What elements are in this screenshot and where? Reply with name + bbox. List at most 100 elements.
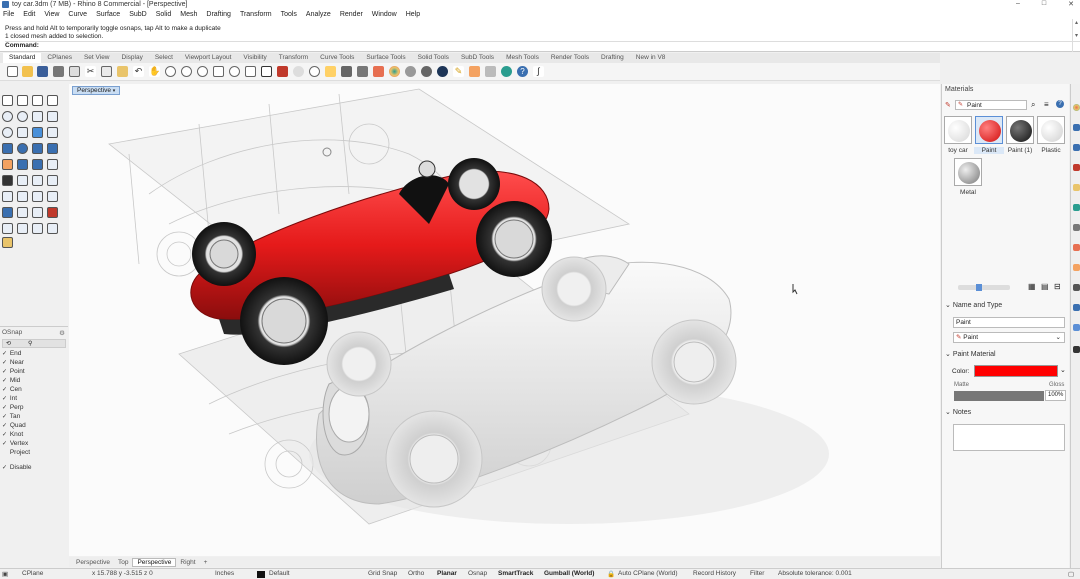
open-file-icon[interactable] [22,66,33,77]
tab-surface-tools[interactable]: Surface Tools [360,53,411,63]
maximize-icon[interactable]: □ [1042,0,1046,8]
grid-array-icon[interactable] [32,207,43,218]
menu-file[interactable]: File [3,11,14,18]
materials-tab-icon[interactable] [1073,104,1080,111]
analyze-icon[interactable] [2,207,13,218]
slider-thumb[interactable] [976,284,982,291]
material-swatch[interactable] [954,158,982,186]
tab-display[interactable]: Display [116,53,149,63]
tab-curve-tools[interactable]: Curve Tools [314,53,360,63]
tab-drafting[interactable]: Drafting [595,53,630,63]
blocks-tab-icon[interactable] [1073,304,1080,311]
menu-view[interactable]: View [44,11,59,18]
tab-viewport-layout[interactable]: Viewport Layout [179,53,238,63]
four-viewports-icon[interactable] [261,66,272,77]
properties-tab-icon[interactable] [1073,124,1080,131]
color-swatch[interactable] [974,365,1058,377]
status-ortho[interactable]: Ortho [408,570,424,577]
viewport-label[interactable]: Perspective ▾ [72,86,121,95]
panel-options-icon[interactable]: ⚙ [59,329,65,337]
menu-curve[interactable]: Curve [68,11,87,18]
status-osnap[interactable]: Osnap [468,570,487,577]
light-bulb-icon[interactable]: ✎ [453,66,464,77]
checkbox-checked-icon[interactable]: ✓ [2,464,8,473]
list-view-icon[interactable]: ▤ [1041,282,1049,291]
dropdown-arrow-icon[interactable]: ▾ [113,88,116,94]
osnap-item[interactable]: Project [0,448,68,457]
text-icon[interactable] [2,191,13,202]
perspective-viewport[interactable] [69,84,940,556]
trim-icon[interactable] [32,175,43,186]
viewport-tab[interactable]: Right [176,559,199,566]
zoom-selected-icon[interactable] [229,66,240,77]
lock-icon[interactable] [357,66,368,77]
thumbnail-size-slider[interactable] [958,284,1010,291]
material-search[interactable]: ✎ Paint [955,100,1027,110]
save-icon[interactable] [37,66,48,77]
shade-icon[interactable] [293,66,304,77]
osnap-item[interactable]: ✓ Near [0,358,68,367]
osnap-item[interactable]: ✓ Knot [0,430,68,439]
viewport-tab[interactable]: Top [114,559,132,566]
material-name-field[interactable]: Paint [953,317,1065,328]
zoom-icon[interactable] [181,66,192,77]
gloss-value-field[interactable]: 100% [1045,390,1066,401]
mesh-icon[interactable] [17,159,28,170]
group-icon[interactable] [17,223,28,234]
chevron-down-icon[interactable]: ⌄ [1060,366,1066,374]
boolean-icon[interactable] [2,159,13,170]
status-grid-snap[interactable]: Grid Snap [368,570,397,577]
status-filter[interactable]: Filter [750,570,764,577]
close-icon[interactable]: ✕ [1068,0,1074,8]
osnap-item[interactable]: ✓ End [0,349,68,358]
rotate-view-icon[interactable] [165,66,176,77]
osnap-item[interactable]: ✓ Mid [0,376,68,385]
arc-icon[interactable] [2,127,13,138]
named-views-tab-icon[interactable] [1073,244,1080,251]
menu-analyze[interactable]: Analyze [306,11,331,18]
tab-select[interactable]: Select [149,53,179,63]
menu-render[interactable]: Render [340,11,363,18]
layer-icon[interactable] [373,66,384,77]
environment-icon[interactable] [437,66,448,77]
menu-tools[interactable]: Tools [281,11,297,18]
viewport-tab[interactable]: Perspective [72,559,114,566]
menu-solid[interactable]: Solid [156,11,172,18]
cut-icon[interactable]: ✂ [85,66,96,77]
render-tab-icon[interactable] [1073,324,1080,331]
status-auto-cplane[interactable]: Auto CPlane (World) [618,570,678,577]
cylinder-icon[interactable] [32,143,43,154]
status-smarttrack[interactable]: SmartTrack [498,570,533,577]
zoom-extents-icon[interactable] [213,66,224,77]
help-icon[interactable]: ? [517,66,528,77]
paint-brush-icon[interactable] [2,237,13,248]
tab-new-in-v8[interactable]: New in V8 [630,53,672,63]
zoom-window-icon[interactable] [197,66,208,77]
notes-header[interactable]: ⌄ Notes [945,408,971,416]
notes-textarea[interactable] [953,424,1065,451]
material-swatch[interactable] [944,116,972,144]
status-gumball[interactable]: Gumball (World) [544,570,594,577]
undo-icon[interactable]: ↶ [133,66,144,77]
display-tab-icon[interactable] [1073,164,1080,171]
command-scrollbar[interactable]: ▴ ▾ [1072,19,1080,52]
osnap-item[interactable]: ✓ Quad [0,421,68,430]
options-icon[interactable] [469,66,480,77]
paste-icon[interactable] [117,66,128,77]
grid-view-icon[interactable]: ▦ [1028,282,1036,291]
status-planar[interactable]: Planar [437,570,457,577]
sphere-icon[interactable] [17,143,28,154]
color-wheel-icon[interactable] [389,66,400,77]
command-prompt[interactable]: Command: [5,41,1080,49]
sun-tab-icon[interactable] [1073,264,1080,271]
name-type-header[interactable]: ⌄ Name and Type [945,301,1002,309]
textures-tab-icon[interactable] [1073,224,1080,231]
gloss-slider[interactable] [954,391,1044,401]
panel-toggle-icon[interactable]: ▢ [1068,570,1074,578]
curve-tool-icon[interactable]: ∫ [533,66,544,77]
polygon-icon[interactable] [32,111,43,122]
reset-icon[interactable]: ⟲ [6,340,11,347]
status-cplane[interactable]: CPlane [22,570,43,577]
menu-transform[interactable]: Transform [240,11,272,18]
copy-icon[interactable] [101,66,112,77]
